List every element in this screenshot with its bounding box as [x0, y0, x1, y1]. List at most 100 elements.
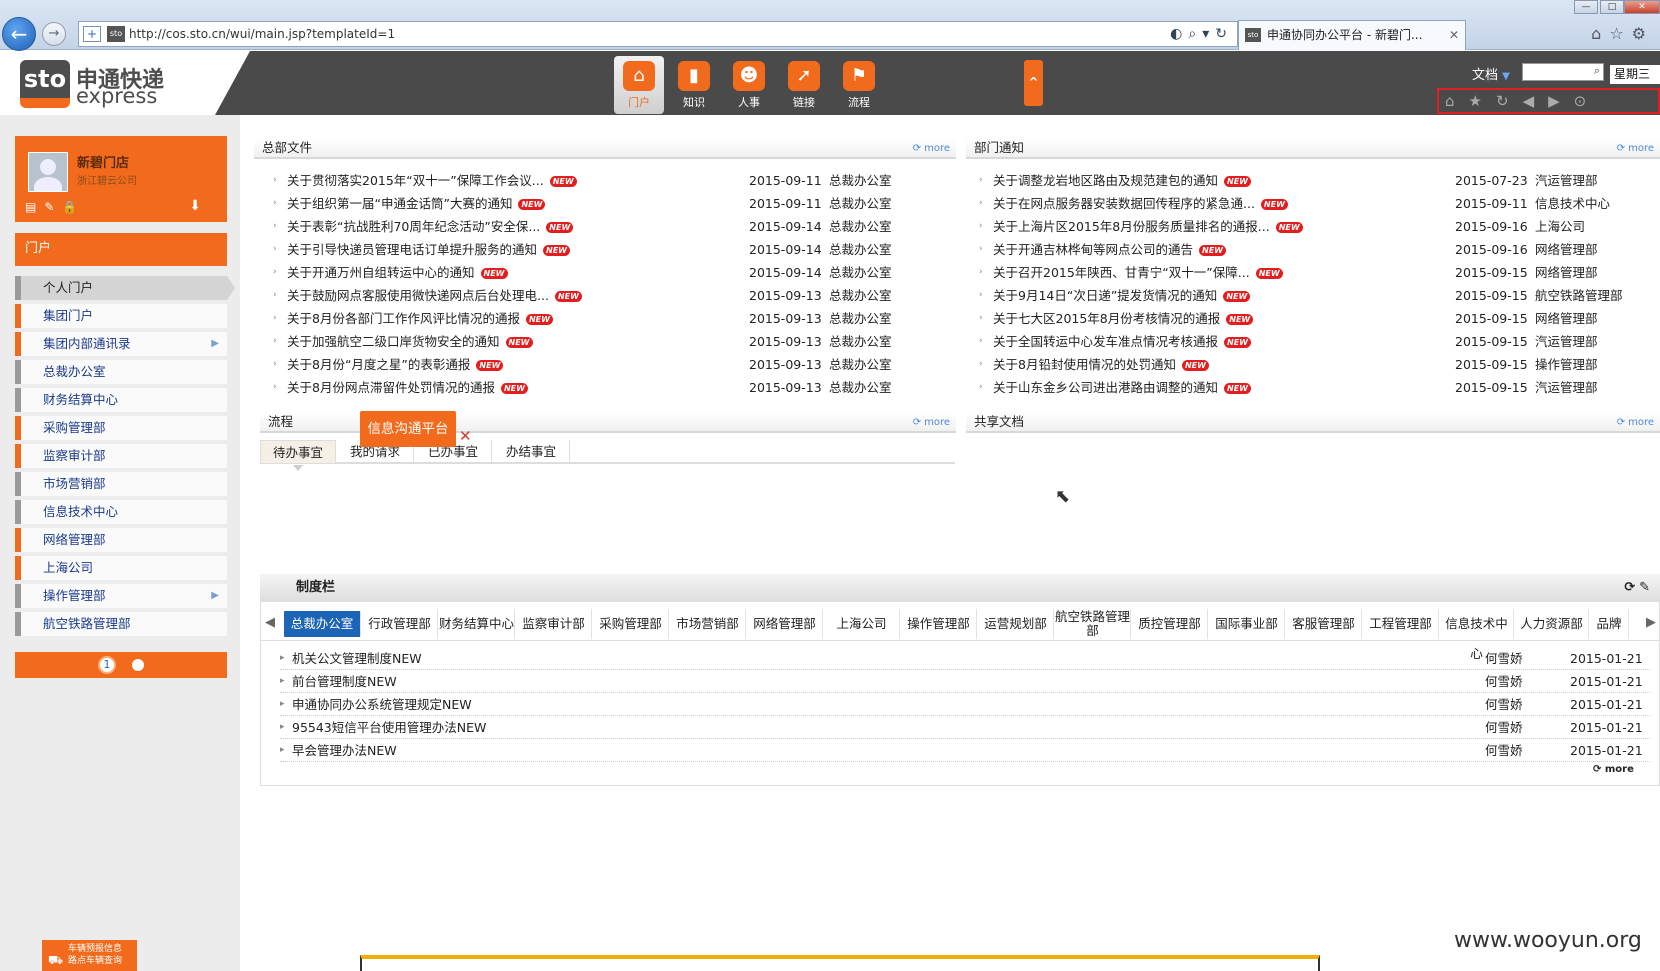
list-item[interactable]: › 关于组织第一届“申通金话筒”大赛的通知 NEW 2015-09-11 总裁办公室	[273, 192, 953, 215]
rule-title[interactable]: 早会管理办法NEW	[292, 739, 397, 762]
list-item[interactable]: › 关于引导快递员管理电话订单提升服务的通知 NEW 2015-09-14 总裁办公室	[273, 238, 953, 261]
list-item[interactable]: › 关于开通万州自组转运中心的通知 NEW 2015-09-14 总裁办公室	[273, 261, 953, 284]
shortcut-toolbar[interactable]: ⌂★↻◀▶⊙	[1437, 88, 1660, 114]
process-more[interactable]: ⟳ more	[913, 414, 950, 432]
item-title[interactable]: 关于开通吉林桦甸等网点公司的通告 NEW	[993, 238, 1226, 261]
tab-close-icon[interactable]: ✕	[1449, 21, 1459, 49]
module-links[interactable]: ➚ 链接	[779, 56, 829, 114]
item-title[interactable]: 关于8月份网点滞留件处罚情况的通报 NEW	[287, 376, 528, 399]
list-item[interactable]: › 关于8月份网点滞留件处罚情况的通报 NEW 2015-09-13 总裁办公室	[273, 376, 953, 399]
collapse-header-button[interactable]: ^	[1024, 60, 1043, 106]
tab-system-3[interactable]: 监察审计部	[516, 609, 592, 639]
sidebar-item[interactable]: 监察审计部	[15, 444, 227, 468]
list-item[interactable]: › 关于在网点服务器安装数据回传程序的紧急通... NEW 2015-09-11 信息技…	[979, 192, 1659, 215]
item-title[interactable]: 关于8月份“月度之星”的表彰通报 NEW	[287, 353, 504, 376]
maximize-icon[interactable]: □	[1600, 0, 1624, 14]
sidebar-item[interactable]: 信息技术中心	[15, 500, 227, 524]
popup-close-icon[interactable]: ✕	[459, 429, 472, 444]
item-title[interactable]: 关于8月铅封使用情况的处罚通知 NEW	[993, 353, 1209, 376]
table-row[interactable]: ▸ 机关公文管理制度NEW 何雪娇 2015-01-21	[280, 647, 1650, 670]
sidebar-item[interactable]: 网络管理部	[15, 528, 227, 552]
item-title[interactable]: 关于开通万州自组转运中心的通知 NEW	[287, 261, 508, 284]
tab-system-1[interactable]: 行政管理部	[362, 609, 438, 639]
item-title[interactable]: 关于鼓励网点客服使用微快递网点后台处理电... NEW	[287, 284, 582, 307]
sidebar-item[interactable]: 集团门户	[15, 304, 227, 328]
minimize-icon[interactable]: —	[1574, 0, 1598, 14]
list-item[interactable]: › 关于贯彻落实2015年“双十一”保障工作会议... NEW 2015-09-11 总…	[273, 169, 953, 192]
add-favorite-icon[interactable]: +	[83, 26, 101, 42]
tab-system-10[interactable]: 航空铁路管理部	[1055, 609, 1131, 639]
home-icon[interactable]: ⌂	[1445, 92, 1469, 110]
tab-system-17[interactable]: 品牌	[1590, 609, 1629, 639]
item-title[interactable]: 关于在网点服务器安装数据回传程序的紧急通... NEW	[993, 192, 1288, 215]
avatar[interactable]	[28, 152, 68, 192]
tab-closed[interactable]: 办结事宜	[493, 440, 570, 464]
back-icon[interactable]: ←	[2, 17, 36, 51]
list-item[interactable]: › 关于加强航空二级口岸货物安全的通知 NEW 2015-09-13 总裁办公室	[273, 330, 953, 353]
list-item[interactable]: › 关于8月铅封使用情况的处罚通知 NEW 2015-09-15 操作管理部	[979, 353, 1659, 376]
list-item[interactable]: › 关于七大区2015年8月份考核情况的通报 NEW 2015-09-15 网络管理部	[979, 307, 1659, 330]
list-item[interactable]: › 关于山东金乡公司进出港路由调整的通知 NEW 2015-09-15 汽运管理部	[979, 376, 1659, 399]
browser-home-star-gear-icons[interactable]: ⌂☆⚙	[1591, 24, 1654, 43]
item-title[interactable]: 关于调整龙岩地区路由及规范建包的通知 NEW	[993, 169, 1251, 192]
browser-tab[interactable]: sto 申通协同办公平台 - 新碧门... ✕	[1238, 20, 1466, 50]
tab-system-0[interactable]: 总裁办公室	[284, 611, 361, 637]
wrench-icon[interactable]: ✎	[1639, 580, 1654, 595]
item-title[interactable]: 关于8月份各部门工作作风评比情况的通报 NEW	[287, 307, 553, 330]
star-icon[interactable]: ★	[1469, 92, 1496, 110]
search-input[interactable]: ⌕	[1522, 63, 1604, 81]
search-type-select[interactable]: 文档 ▼	[1472, 64, 1510, 83]
refresh-icon[interactable]: ↻	[1496, 92, 1523, 110]
scroll-left-icon[interactable]: ◀	[265, 615, 275, 630]
module-workflow[interactable]: ⚑ 流程	[834, 56, 884, 114]
table-row[interactable]: ▸ 95543短信平台使用管理办法NEW 何雪娇 2015-01-21	[280, 716, 1650, 739]
tab-system-12[interactable]: 国际事业部	[1209, 609, 1285, 639]
list-item[interactable]: › 关于全国转运中心发车准点情况考核通报 NEW 2015-09-15 汽运管理部	[979, 330, 1659, 353]
table-row[interactable]: ▸ 前台管理制度NEW 何雪娇 2015-01-21	[280, 670, 1650, 693]
address-bar[interactable]: + sto http://cos.sto.cn/wui/main.jsp?tem…	[78, 21, 1238, 47]
search-icon[interactable]: ⌕	[1594, 64, 1600, 78]
item-title[interactable]: 关于召开2015年陕西、甘青宁“双十一”保障... NEW	[993, 261, 1283, 284]
scroll-right-icon[interactable]: ▶	[1646, 615, 1656, 630]
tab-system-16[interactable]: 人力资源部	[1515, 609, 1589, 639]
tab-system-5[interactable]: 市场营销部	[670, 609, 746, 639]
module-hr[interactable]: ☻ 人事	[724, 56, 774, 114]
refresh-icon[interactable]: ⟳	[1624, 580, 1639, 595]
forward-arrow-icon[interactable]: ▶	[1548, 92, 1574, 110]
list-item[interactable]: › 关于上海片区2015年8月份服务质量排名的通报... NEW 2015-09-16…	[979, 215, 1659, 238]
system-more[interactable]: ⟳ more	[1593, 764, 1634, 775]
tab-system-8[interactable]: 操作管理部	[901, 609, 977, 639]
info-platform-popup[interactable]: 信息沟通平台	[360, 411, 456, 447]
item-title[interactable]: 关于山东金乡公司进出港路由调整的通知 NEW	[993, 376, 1251, 399]
window-close-icon[interactable]: ✕	[1624, 0, 1660, 14]
tab-system-11[interactable]: 质控管理部	[1132, 609, 1208, 639]
edit-icon[interactable]: ✎	[44, 200, 62, 214]
download-icon[interactable]: ⬇	[189, 198, 201, 214]
hq-files-more[interactable]: ⟳ more	[913, 140, 950, 158]
lock-icon[interactable]: 🔒	[62, 200, 85, 214]
tab-system-6[interactable]: 网络管理部	[747, 609, 823, 639]
sidebar-item[interactable]: 个人门户	[15, 276, 235, 300]
item-title[interactable]: 关于全国转运中心发车准点情况考核通报 NEW	[993, 330, 1251, 353]
tab-todo[interactable]: 待办事宜	[260, 440, 336, 471]
tab-system-9[interactable]: 运营规划部	[978, 609, 1054, 639]
list-item[interactable]: › 关于调整龙岩地区路由及规范建包的通知 NEW 2015-07-23 汽运管理部	[979, 169, 1659, 192]
forward-icon[interactable]: →	[42, 22, 66, 46]
tab-system-2[interactable]: 财务结算中心	[439, 609, 515, 639]
down-circle-icon[interactable]: ⊙	[1574, 92, 1601, 110]
rule-title[interactable]: 机关公文管理制度NEW	[292, 647, 422, 670]
item-title[interactable]: 关于加强航空二级口岸货物安全的通知 NEW	[287, 330, 533, 353]
tab-system-15[interactable]: 信息技术中心	[1440, 609, 1514, 661]
url-text[interactable]: http://cos.sto.cn/wui/main.jsp?templateI…	[129, 27, 395, 41]
sidebar-item[interactable]: 集团内部通讯录 ▶	[15, 332, 227, 356]
list-item[interactable]: › 关于8月份“月度之星”的表彰通报 NEW 2015-09-13 总裁办公室	[273, 353, 953, 376]
sidebar-item[interactable]: 采购管理部	[15, 416, 227, 440]
vehicle-info-button[interactable]: ⛟ 车辆预报信息 路点车辆查询	[42, 940, 137, 971]
list-item[interactable]: › 关于鼓励网点客服使用微快递网点后台处理电... NEW 2015-09-13 总裁办…	[273, 284, 953, 307]
pager-dot[interactable]	[132, 659, 144, 671]
list-item[interactable]: › 关于9月14日“次日递”提发货情况的通知 NEW 2015-09-15 航空铁路管理…	[979, 284, 1659, 307]
item-title[interactable]: 关于9月14日“次日递”提发货情况的通知 NEW	[993, 284, 1251, 307]
back-arrow-icon[interactable]: ◀	[1523, 92, 1549, 110]
item-title[interactable]: 关于七大区2015年8月份考核情况的通报 NEW	[993, 307, 1254, 330]
list-item[interactable]: › 关于召开2015年陕西、甘青宁“双十一”保障... NEW 2015-09-15 网…	[979, 261, 1659, 284]
